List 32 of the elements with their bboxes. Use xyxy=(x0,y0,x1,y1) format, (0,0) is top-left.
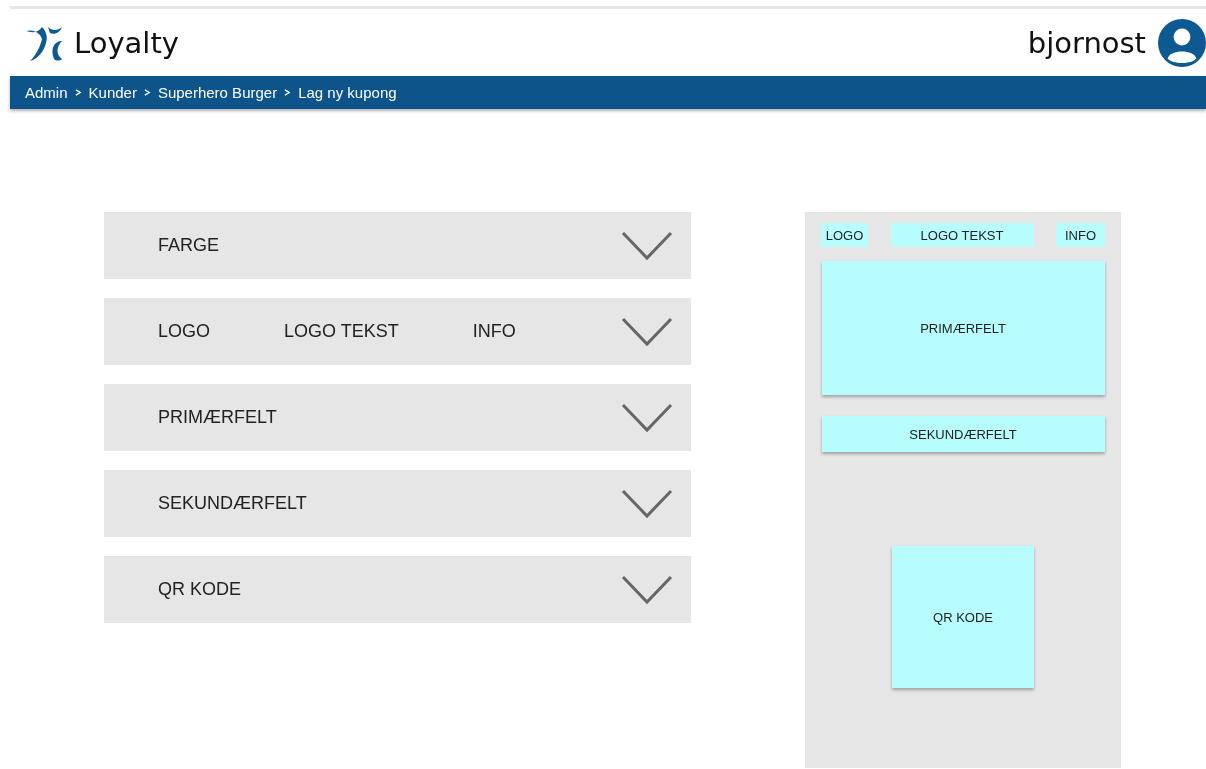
breadcrumb-link[interactable]: Admin xyxy=(25,84,68,101)
user-avatar-icon[interactable] xyxy=(1158,18,1206,67)
breadcrumb-link[interactable]: Kunder xyxy=(88,84,137,101)
accordion-section[interactable]: SEKUNDÆRFELT xyxy=(104,470,691,537)
accordion-section[interactable]: LOGO LOGO TEKST INFO xyxy=(104,298,691,365)
info-field: INFO xyxy=(1056,223,1105,247)
chevron-down-icon[interactable] xyxy=(621,402,673,433)
section-label: FARGE xyxy=(158,235,219,256)
chevron-down-icon[interactable] xyxy=(621,316,673,347)
secondary-field: SEKUNDÆRFELT xyxy=(821,416,1105,452)
chevron-right-icon xyxy=(284,89,292,96)
section-label: LOGO xyxy=(158,321,210,342)
accordion-section[interactable]: PRIMÆRFELT xyxy=(104,384,691,451)
accordion-section[interactable]: QR KODE xyxy=(104,556,691,623)
chevron-down-icon[interactable] xyxy=(621,230,673,261)
chevron-right-icon xyxy=(143,89,151,96)
section-label: SEKUNDÆRFELT xyxy=(158,493,307,514)
breadcrumb-link[interactable]: Superhero Burger xyxy=(157,84,278,101)
primary-field: PRIMÆRFELT xyxy=(821,261,1105,395)
section-label: LOGO TEKST xyxy=(284,321,399,342)
chevron-down-icon[interactable] xyxy=(621,488,673,519)
section-label: INFO xyxy=(472,321,516,342)
chevron-down-icon[interactable] xyxy=(621,574,673,605)
breadcrumb-link[interactable]: Lag ny kupong xyxy=(298,84,397,101)
chevron-right-icon xyxy=(74,89,82,96)
section-label: QR KODE xyxy=(158,579,241,600)
username: bjornost xyxy=(1027,25,1146,60)
section-label: PRIMÆRFELT xyxy=(158,407,277,428)
qr-code-field: QR KODE xyxy=(892,546,1034,688)
accordion-section[interactable]: FARGE xyxy=(104,212,691,279)
logo-field: LOGO xyxy=(821,223,868,247)
app-name: Loyalty xyxy=(74,25,179,60)
